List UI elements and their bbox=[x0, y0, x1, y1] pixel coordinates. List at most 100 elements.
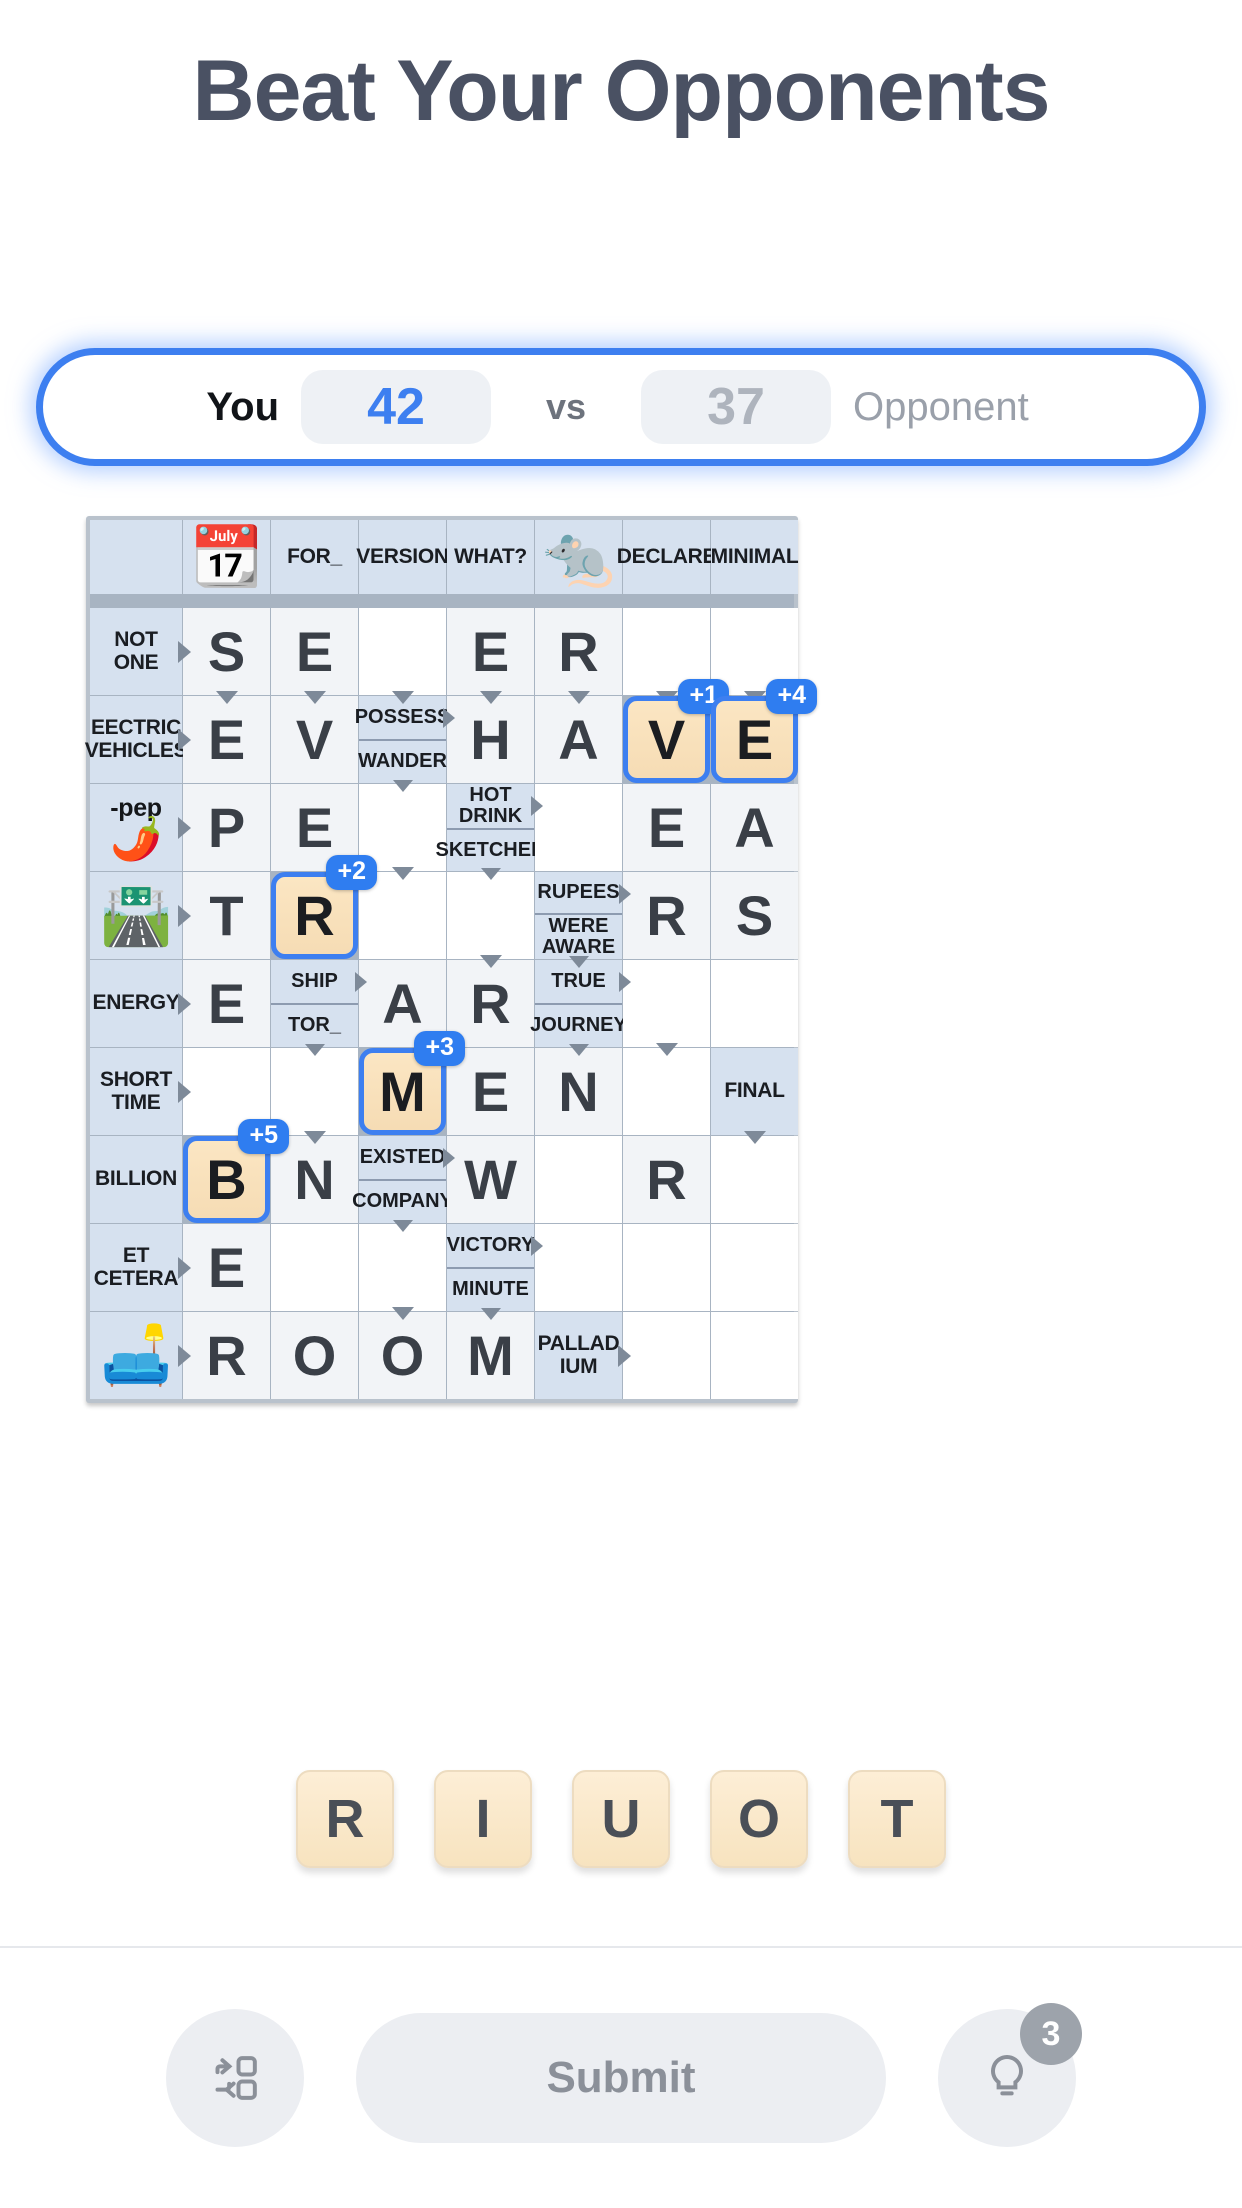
split-clue-cell: POSSESS WANDER bbox=[355, 696, 455, 792]
clue-text-bottom: SKETCHED bbox=[435, 839, 546, 861]
shuffle-button[interactable] bbox=[166, 2009, 304, 2147]
clue-cell: 🛣️ bbox=[90, 872, 191, 959]
letter-cell[interactable]: E bbox=[183, 696, 270, 783]
tray-tile[interactable]: T bbox=[848, 1770, 946, 1868]
letter-cell[interactable]: R bbox=[183, 1312, 270, 1399]
arrow-down-icon bbox=[391, 867, 414, 880]
placed-letter-cell[interactable]: E +4 bbox=[711, 679, 817, 783]
clue-text-bottom: JOURNEY bbox=[530, 1014, 627, 1037]
empty-cell[interactable] bbox=[711, 1224, 798, 1311]
arrow-right-icon bbox=[619, 883, 631, 904]
clue-text-top: SHIP bbox=[271, 960, 358, 1005]
clue-text-top: EXISTED bbox=[359, 1136, 446, 1181]
arrow-down-icon bbox=[567, 691, 590, 704]
empty-cell[interactable] bbox=[711, 960, 798, 1047]
letter-cell[interactable]: S bbox=[711, 872, 798, 959]
placed-letter-cell[interactable]: M +3 bbox=[359, 1031, 465, 1135]
clue-text-bottom: TOR_ bbox=[288, 1014, 341, 1037]
letter-cell[interactable]: M bbox=[447, 1312, 534, 1399]
empty-cell[interactable] bbox=[623, 1224, 710, 1311]
clue-cell: DECLARE bbox=[617, 520, 717, 594]
clue-text-top: VICTORY bbox=[447, 1224, 534, 1269]
letter-cell[interactable]: R bbox=[623, 872, 710, 959]
empty-cell[interactable] bbox=[711, 1312, 798, 1399]
letter-cell[interactable]: V bbox=[271, 696, 358, 783]
empty-cell[interactable] bbox=[623, 1312, 710, 1399]
letter-cell[interactable]: E bbox=[183, 960, 270, 1047]
empty-cell[interactable] bbox=[623, 1048, 710, 1135]
arrow-down-icon bbox=[568, 1044, 589, 1056]
letter-cell[interactable]: T bbox=[183, 872, 270, 959]
split-clue-cell: SHIP TOR_ bbox=[271, 960, 367, 1056]
letter-cell[interactable]: O bbox=[271, 1312, 358, 1399]
clue-cell: PALLAD IUM bbox=[535, 1312, 631, 1399]
rat-emoji: 🐀 bbox=[542, 524, 615, 589]
your-score: 42 bbox=[367, 378, 425, 436]
letter-cell[interactable]: E bbox=[183, 1224, 270, 1311]
placed-letter-cell[interactable]: R +2 bbox=[271, 855, 377, 959]
arrow-right-icon bbox=[178, 992, 191, 1015]
letter-cell[interactable]: R bbox=[623, 1136, 710, 1223]
clue-text-bottom: WANDER bbox=[358, 750, 447, 773]
letter-cell[interactable]: N bbox=[535, 1048, 622, 1135]
arrow-down-icon bbox=[392, 1220, 413, 1232]
clue-cell: MINIMAL bbox=[711, 520, 799, 594]
submit-button[interactable]: Submit bbox=[356, 2013, 886, 2143]
points-badge: +5 bbox=[238, 1119, 289, 1154]
lightbulb-icon bbox=[979, 2050, 1035, 2106]
empty-cell[interactable] bbox=[535, 784, 622, 871]
split-clue-cell: EXISTED COMPANY bbox=[352, 1136, 455, 1232]
arrow-down-icon bbox=[391, 1307, 414, 1320]
clue-cell: VERSION bbox=[356, 520, 449, 594]
empty-cell[interactable] bbox=[535, 1224, 622, 1311]
letter-cell[interactable]: E bbox=[271, 608, 358, 704]
letter-cell[interactable]: A bbox=[535, 696, 622, 783]
clue-cell: 🛋️ bbox=[90, 1312, 191, 1399]
arrow-down-icon bbox=[303, 691, 326, 704]
empty-cell[interactable] bbox=[535, 1136, 622, 1223]
empty-cell[interactable] bbox=[711, 1136, 798, 1223]
tray-tile[interactable]: O bbox=[710, 1770, 808, 1868]
empty-cell[interactable] bbox=[623, 960, 710, 1056]
empty-cell[interactable] bbox=[447, 872, 534, 968]
clue-cell: 📆 bbox=[183, 520, 270, 594]
arrow-right-icon bbox=[443, 707, 455, 728]
calendar-september-emoji: 📆 bbox=[190, 524, 263, 589]
arrow-right-icon bbox=[355, 971, 367, 992]
arrow-right-icon bbox=[619, 971, 631, 992]
grid-corner-cell bbox=[90, 520, 182, 594]
tray-tile[interactable]: U bbox=[572, 1770, 670, 1868]
letter-cell[interactable]: R bbox=[535, 608, 622, 704]
letter-cell[interactable]: A bbox=[711, 784, 798, 871]
letter-cell[interactable]: H bbox=[447, 696, 534, 783]
hint-button[interactable]: 3 bbox=[938, 2003, 1082, 2147]
clue-cell: FINAL bbox=[711, 1048, 798, 1144]
letter-cell[interactable]: E bbox=[623, 784, 710, 871]
split-clue-cell: TRUE JOURNEY bbox=[530, 960, 631, 1056]
chili-pepper-emoji: 🌶️ bbox=[110, 814, 162, 862]
letter-cell[interactable]: P bbox=[183, 784, 270, 871]
placed-letter-cell[interactable]: B +5 bbox=[183, 1119, 289, 1223]
letter-cell[interactable]: O bbox=[359, 1312, 446, 1399]
letter-cell[interactable]: W bbox=[447, 1136, 534, 1223]
empty-cell[interactable] bbox=[359, 608, 446, 704]
clue-cell: FOR_ bbox=[271, 520, 358, 594]
empty-cell[interactable] bbox=[271, 1224, 358, 1311]
arrow-down-icon bbox=[303, 1131, 326, 1144]
crossword-board: 📆 FOR_ VERSION WHAT? 🐀 DECLARE MINIMAL NOT ONE S… bbox=[85, 516, 817, 1403]
points-badge: +4 bbox=[766, 679, 817, 714]
tray-tile[interactable]: R bbox=[296, 1770, 394, 1868]
letter-cell[interactable]: S bbox=[183, 608, 270, 704]
arrow-right-icon bbox=[178, 640, 191, 663]
clue-text-top: RUPEES bbox=[535, 872, 622, 915]
letter-cell[interactable]: E bbox=[447, 608, 534, 704]
placed-letter-cell[interactable]: V +1 bbox=[623, 679, 729, 783]
your-score-pill: 42 bbox=[301, 370, 491, 444]
arrow-right-icon bbox=[178, 816, 191, 839]
empty-cell[interactable] bbox=[359, 1224, 446, 1320]
arrow-down-icon bbox=[479, 955, 502, 968]
clue-text-top: HOT DRINK bbox=[447, 784, 534, 830]
tray-tile[interactable]: I bbox=[434, 1770, 532, 1868]
arrow-right-icon bbox=[178, 728, 191, 751]
arrow-right-icon bbox=[178, 1080, 191, 1103]
